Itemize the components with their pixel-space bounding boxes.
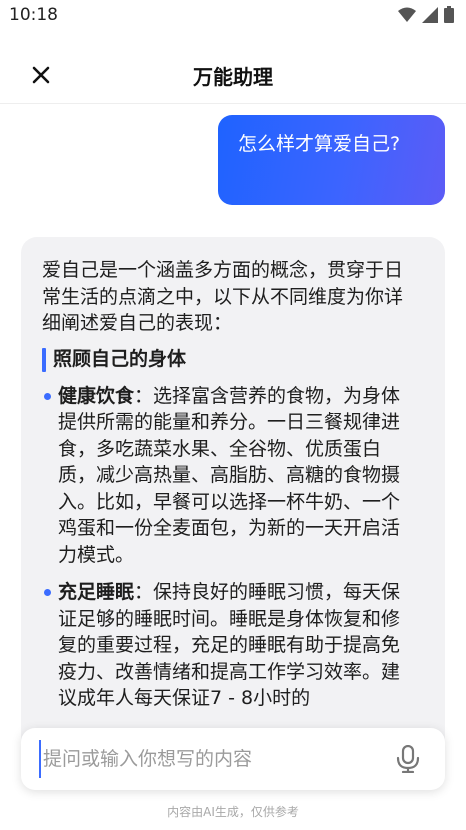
list-item: 健康饮食：选择富含营养的食物，为身体提供所需的能量和养分。一日三餐规律进食，多吃… xyxy=(42,383,414,569)
app-header: 万能助理 xyxy=(0,46,466,104)
user-message-bubble: 怎么样才算爱自己? xyxy=(218,115,445,205)
answer-intro: 爱自己是一个涵盖多方面的概念，贯穿于日常生活的点滴之中，以下从不同维度为你详细阐… xyxy=(42,259,404,334)
section-accent-bar xyxy=(42,347,46,372)
status-icons xyxy=(398,6,454,23)
message-input-box xyxy=(21,728,445,790)
list-item-title: 充足睡眠 xyxy=(58,581,135,603)
ai-disclaimer: 内容由AI生成，仅供参考 xyxy=(167,805,299,819)
message-input[interactable] xyxy=(39,740,379,778)
wifi-icon xyxy=(398,7,416,22)
list-item-title: 健康饮食 xyxy=(58,384,135,407)
page-title: 万能助理 xyxy=(193,65,273,89)
battery-icon xyxy=(444,6,454,23)
bullet-dot-icon xyxy=(44,589,51,596)
microphone-icon xyxy=(396,744,420,774)
status-bar: 10:18 xyxy=(0,0,466,32)
section-title: 照顾自己的身体 xyxy=(53,348,187,371)
status-time: 10:18 xyxy=(9,5,58,25)
assistant-answer-card: 爱自己是一个涵盖多方面的概念，贯穿于日常生活的点滴之中，以下从不同维度为你详细阐… xyxy=(21,237,445,757)
voice-input-button[interactable] xyxy=(395,744,421,774)
signal-icon xyxy=(422,6,438,23)
bullet-dot-icon xyxy=(44,392,51,400)
section-heading: 照顾自己的身体 xyxy=(42,345,414,375)
list-item: 充足睡眠：保持良好的睡眠习惯，每天保证足够的睡眠时间。睡眠是身体恢复和修复的重要… xyxy=(42,579,414,712)
user-message-text: 怎么样才算爱自己? xyxy=(238,133,401,155)
answer-content: 爱自己是一个涵盖多方面的概念，贯穿于日常生活的点滴之中，以下从不同维度为你详细阐… xyxy=(42,257,414,723)
list-item-text: ：选择富含营养的食物，为身体提供所需的能量和养分。一日三餐规律进食，多吃蔬菜水果… xyxy=(58,384,401,566)
